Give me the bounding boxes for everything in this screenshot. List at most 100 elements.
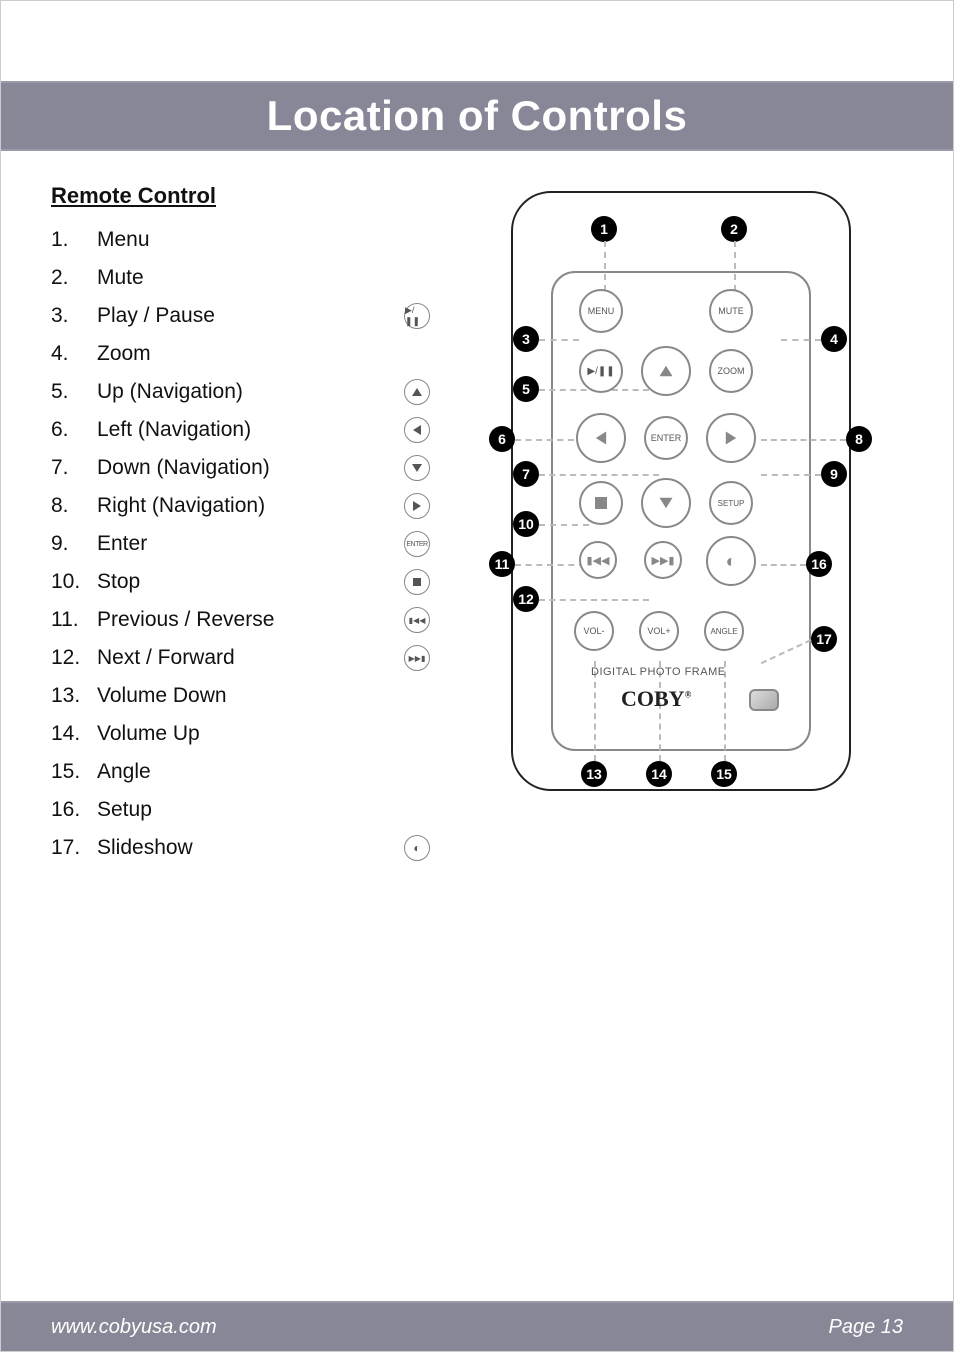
- remote-zoom-button: ZOOM: [709, 349, 753, 393]
- next-icon: ▶▶▮: [652, 554, 675, 567]
- remote-vol-down-button: VOL-: [574, 611, 614, 651]
- remote-setup-button: SETUP: [709, 481, 753, 525]
- control-label: Mute: [97, 266, 431, 290]
- control-row: 17.Slideshow◐: [51, 829, 431, 867]
- control-number: 15.: [51, 760, 97, 784]
- control-label: Next / Forward: [97, 646, 403, 670]
- leader-8: [761, 439, 846, 441]
- control-row: 1.Menu: [51, 221, 431, 259]
- remote-vol-up-button: VOL+: [639, 611, 679, 651]
- control-row: 12.Next / Forward▶▶▮: [51, 639, 431, 677]
- control-label: Enter: [97, 532, 403, 556]
- control-number: 9.: [51, 532, 97, 556]
- control-row: 10.Stop: [51, 563, 431, 601]
- control-row: 9.EnterENTER: [51, 525, 431, 563]
- footer-page-number: Page 13: [828, 1316, 903, 1339]
- prev-icon: ▮◀◀: [587, 554, 610, 567]
- remote-slideshow-button: ◐: [706, 536, 756, 586]
- content-area: Remote Control 1.Menu2.Mute3.Play / Paus…: [51, 171, 905, 867]
- control-label: Volume Down: [97, 684, 431, 708]
- control-label: Angle: [97, 760, 431, 784]
- control-number: 12.: [51, 646, 97, 670]
- callout-14: 14: [646, 761, 672, 787]
- control-row: 5.Up (Navigation): [51, 373, 431, 411]
- leader-7: [539, 474, 659, 476]
- callout-4: 4: [821, 326, 847, 352]
- control-row: 3.Play / Pause▶/❚❚: [51, 297, 431, 335]
- enter-icon: ENTER: [403, 530, 431, 558]
- leader-4: [781, 339, 821, 341]
- control-row: 8.Right (Navigation): [51, 487, 431, 525]
- control-label: Menu: [97, 228, 431, 252]
- remote-right-button: [706, 413, 756, 463]
- remote-mute-button: MUTE: [709, 289, 753, 333]
- leader-3: [539, 339, 579, 341]
- next-icon: ▶▶▮: [403, 644, 431, 672]
- control-label: Right (Navigation): [97, 494, 403, 518]
- control-row: 11.Previous / Reverse▮◀◀: [51, 601, 431, 639]
- control-number: 8.: [51, 494, 97, 518]
- footer-url: www.cobyusa.com: [51, 1316, 217, 1339]
- callout-2: 2: [721, 216, 747, 242]
- prev-icon: ▮◀◀: [403, 606, 431, 634]
- leader-12: [539, 599, 649, 601]
- callout-10: 10: [513, 511, 539, 537]
- control-number: 14.: [51, 722, 97, 746]
- page-footer: www.cobyusa.com Page 13: [1, 1301, 953, 1351]
- right-icon: [403, 492, 431, 520]
- remote-menu-button: MENU: [579, 289, 623, 333]
- remote-up-button: [641, 346, 691, 396]
- control-number: 7.: [51, 456, 97, 480]
- control-label: Volume Up: [97, 722, 431, 746]
- callout-12: 12: [513, 586, 539, 612]
- control-label: Left (Navigation): [97, 418, 403, 442]
- control-row: 13.Volume Down: [51, 677, 431, 715]
- control-number: 13.: [51, 684, 97, 708]
- control-label: Play / Pause: [97, 304, 403, 328]
- callout-8: 8: [846, 426, 872, 452]
- control-row: 2.Mute: [51, 259, 431, 297]
- remote-left-button: [576, 413, 626, 463]
- leader-1: [604, 241, 606, 291]
- remote-enter-button: ENTER: [644, 416, 688, 460]
- registered-mark: ®: [685, 690, 692, 700]
- play-pause-icon: ▶/❚❚: [403, 302, 431, 330]
- remote-angle-button: ANGLE: [704, 611, 744, 651]
- control-number: 4.: [51, 342, 97, 366]
- remote-down-button: [641, 478, 691, 528]
- play-pause-icon: ▶/❚❚: [587, 366, 614, 377]
- control-label: Zoom: [97, 342, 431, 366]
- callout-1: 1: [591, 216, 617, 242]
- title-band: Location of Controls: [1, 81, 953, 151]
- control-row: 7.Down (Navigation): [51, 449, 431, 487]
- remote-product-label: DIGITAL PHOTO FRAME: [591, 666, 726, 678]
- control-number: 3.: [51, 304, 97, 328]
- control-label: Setup: [97, 798, 431, 822]
- remote-stop-button: [579, 481, 623, 525]
- callout-11: 11: [489, 551, 515, 577]
- callout-17: 17: [811, 626, 837, 652]
- control-number: 11.: [51, 608, 97, 632]
- callout-6: 6: [489, 426, 515, 452]
- control-label: Slideshow: [97, 836, 403, 860]
- left-arrow-icon: [596, 432, 606, 445]
- control-row: 4.Zoom: [51, 335, 431, 373]
- slideshow-icon: ◐: [726, 551, 737, 572]
- callout-7: 7: [513, 461, 539, 487]
- callout-9: 9: [821, 461, 847, 487]
- control-number: 17.: [51, 836, 97, 860]
- leader-10: [539, 524, 589, 526]
- control-number: 10.: [51, 570, 97, 594]
- down-arrow-icon: [660, 498, 673, 508]
- control-label: Up (Navigation): [97, 380, 403, 404]
- stop-icon: [403, 568, 431, 596]
- up-arrow-icon: [660, 366, 673, 376]
- down-icon: [403, 454, 431, 482]
- control-row: 6.Left (Navigation): [51, 411, 431, 449]
- controls-list: 1.Menu2.Mute3.Play / Pause▶/❚❚4.Zoom5.Up…: [51, 221, 431, 867]
- callout-3: 3: [513, 326, 539, 352]
- control-label: Down (Navigation): [97, 456, 403, 480]
- up-icon: [403, 378, 431, 406]
- stop-icon: [595, 497, 607, 509]
- leader-2: [734, 241, 736, 291]
